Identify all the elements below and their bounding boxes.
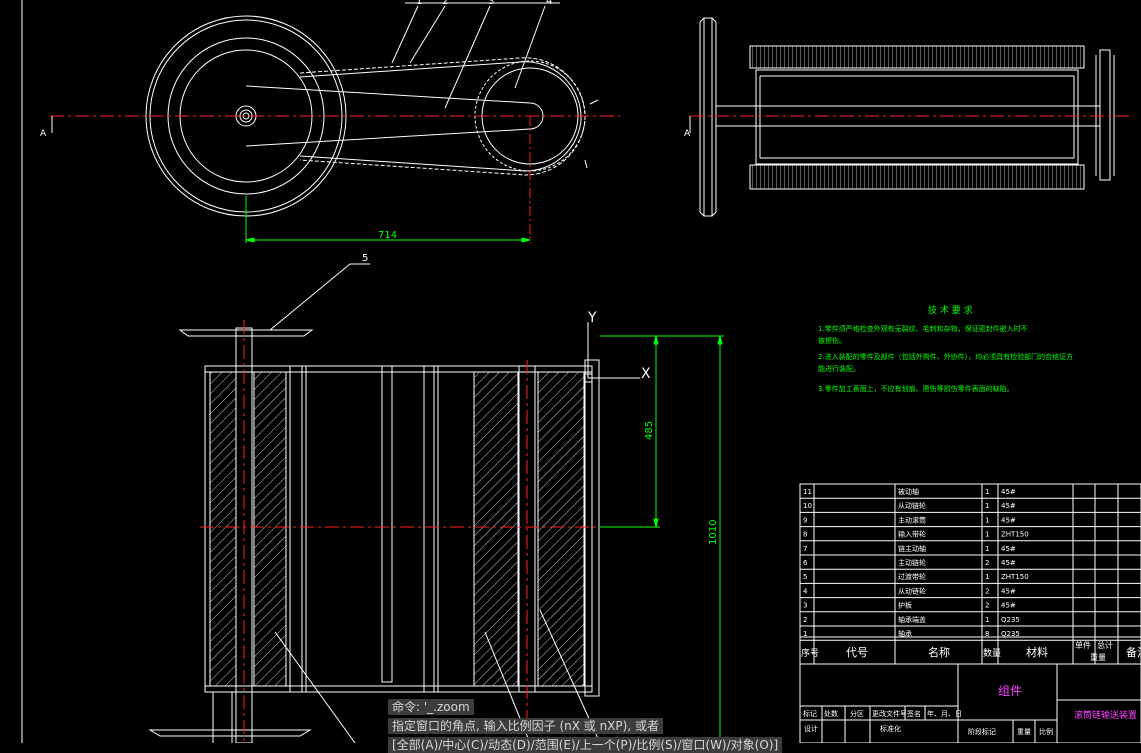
bom-cell-mat: 45# [1001, 587, 1016, 595]
bom-cell-qty: 2 [985, 602, 989, 610]
bom-header-qty: 数量 [983, 647, 1001, 659]
ucs-y-label: Y [587, 310, 597, 326]
title-stage-mark: 阶段标记 [968, 727, 996, 736]
tech-line-3: 2.进入装配的零件及部件（包括外购件、外协件），均必须具有检验部门的合格证方 [818, 352, 1073, 361]
bom-cell-name: 输入带轮 [898, 530, 926, 539]
bom-header-weight: 重量 [1090, 652, 1106, 662]
bom-cell-name: 链主动轴 [898, 544, 926, 553]
bom-header-unit: 单件 [1075, 640, 1091, 650]
title-weight: 重量 [1017, 728, 1031, 736]
bom-header-remark: 备注 [1126, 645, 1141, 659]
title-doc-no: 更改文件号 [872, 709, 907, 718]
title-zone: 分区 [850, 709, 864, 718]
bom-cell-name: 从动链轮 [898, 586, 926, 595]
bom-cell-qty: 1 [985, 516, 989, 524]
bom-cell-name: 轴承端盖 [898, 615, 926, 624]
balloon-3: 3 [488, 0, 494, 7]
title-marks: 标记 [803, 709, 817, 718]
cad-drawing-canvas[interactable]: 1 2 3 4 A 714 A 5 Y X 485 1010 技 术 要 求 1… [0, 0, 1141, 743]
bom-cell-qty: 2 [985, 559, 989, 567]
tech-line-5: 3.零件加工表面上，不应有划痕、擦伤等损伤零件表面的缺陷。 [818, 384, 1014, 393]
title-scale: 比例 [1039, 727, 1053, 736]
bom-cell-no: 4 [803, 587, 808, 595]
bom-cell-mat: 45# [1001, 516, 1016, 524]
bom-cell-no: 9 [803, 516, 807, 524]
dimension-485 [600, 335, 722, 528]
tech-title: 技 术 要 求 [928, 304, 973, 316]
bom-cell-no: 2 [803, 616, 807, 624]
bom-header-total: 总计 [1097, 640, 1113, 650]
bom-cell-mat: 45# [1001, 488, 1016, 496]
bom-cell-qty: 1 [985, 488, 989, 496]
tech-line-4: 能进行装配。 [818, 364, 860, 373]
bom-cell-no: 5 [803, 573, 807, 581]
bom-cell-mat: 45# [1001, 545, 1016, 553]
bom-cell-name: 过渡带轮 [898, 572, 926, 581]
title-design: 设计 [804, 724, 818, 733]
bom-header-code: 代号 [846, 646, 868, 659]
bom-cell-no: 11 [803, 488, 812, 496]
bom-header-material: 材料 [1026, 645, 1048, 659]
balloon-2: 2 [442, 0, 448, 7]
bom-cell-name: 护板 [898, 601, 912, 610]
tech-line-2: 被擦伤。 [818, 336, 846, 345]
bom-cell-mat: Q235 [1001, 616, 1020, 624]
title-count: 处数 [824, 709, 838, 718]
bom-cell-qty: 1 [985, 573, 989, 581]
balloon-4: 4 [546, 0, 552, 7]
bom-cell-qty: 1 [985, 616, 989, 624]
bom-rows: 11 被动轴 1 45#10 从动链轮 1 45#9 主动滚筒 1 45#8 输入带轮 1 ZHT150… [800, 487, 1141, 641]
title-drawing-name: 滚筒链输送装置 [1074, 709, 1137, 721]
section-label-right: A [684, 129, 691, 139]
title-assembly: 组件 [998, 684, 1022, 698]
bom-cell-name: 被动轴 [898, 487, 919, 496]
balloon-1: 1 [416, 0, 422, 7]
bom-cell-no: 8 [803, 531, 807, 539]
bom-cell-no: 6 [803, 559, 808, 567]
dimension-1010-label: 1010 [708, 520, 719, 545]
bom-cell-name: 从动链轮 [898, 501, 926, 510]
dimension-1010 [600, 335, 724, 743]
bom-cell-mat: 45# [1001, 502, 1016, 510]
title-date: 年、月、日 [927, 709, 962, 718]
side-view-roller [699, 17, 1115, 217]
bom-cell-name: 主动链轮 [898, 558, 926, 567]
title-block: 组件 滚筒链输送装置 标记 处数 分区 更改文件号 签名 年、月、日 设计 标准… [803, 684, 1137, 736]
bom-cell-mat: Q235 [1001, 630, 1020, 638]
bom-cell-qty: 1 [985, 545, 989, 553]
bom-cell-qty: 1 [985, 531, 989, 539]
bom-cell-no: 7 [803, 545, 807, 553]
section-label-left: A [40, 129, 47, 139]
balloon-5: 5 [362, 253, 368, 264]
title-standardize: 标准化 [880, 724, 901, 733]
command-line-1: 命令: '_.zoom [388, 699, 474, 715]
dimension-485-label: 485 [644, 421, 655, 440]
bom-cell-name: 主动滚筒 [898, 515, 926, 524]
bom-cell-qty: 1 [985, 502, 989, 510]
dimension-714-label: 714 [378, 230, 397, 241]
ucs-x-label: X [641, 366, 651, 382]
bom-cell-no: 3 [803, 602, 807, 610]
bom-cell-qty: 8 [985, 630, 989, 638]
bom-cell-name: 轴承 [898, 629, 912, 638]
command-line-2: 指定窗口的角点, 输入比例因子 (nX 或 nXP), 或者 [388, 718, 663, 734]
command-line-3[interactable]: [全部(A)/中心(C)/动态(D)/范围(E)/上一个(P)/比例(S)/窗口… [388, 737, 783, 753]
bom-table-grid [799, 483, 1141, 743]
bom-cell-no: 1 [803, 630, 807, 638]
bom-cell-qty: 2 [985, 587, 989, 595]
bom-header: 序号 代号 名称 数量 材料 单件 总计 重量 备注 [801, 640, 1141, 662]
bom-cell-no: 10 [803, 502, 812, 510]
bom-header-name: 名称 [928, 645, 950, 659]
section-hatching [209, 371, 585, 687]
bom-cell-mat: ZHT150 [1001, 573, 1029, 581]
tech-requirements: 1.零件须严格检查外观有无裂纹、毛刺和杂物，保证密封件嵌入时不 被擦伤。 2.进… [818, 324, 1073, 393]
bom-cell-mat: ZHT150 [1001, 531, 1029, 539]
bom-cell-mat: 45# [1001, 559, 1016, 567]
tech-line-1: 1.零件须严格检查外观有无裂纹、毛刺和杂物，保证密封件嵌入时不 [818, 324, 1028, 333]
bom-cell-mat: 45# [1001, 602, 1016, 610]
bom-header-no: 序号 [801, 647, 819, 659]
title-signature: 签名 [907, 709, 921, 718]
